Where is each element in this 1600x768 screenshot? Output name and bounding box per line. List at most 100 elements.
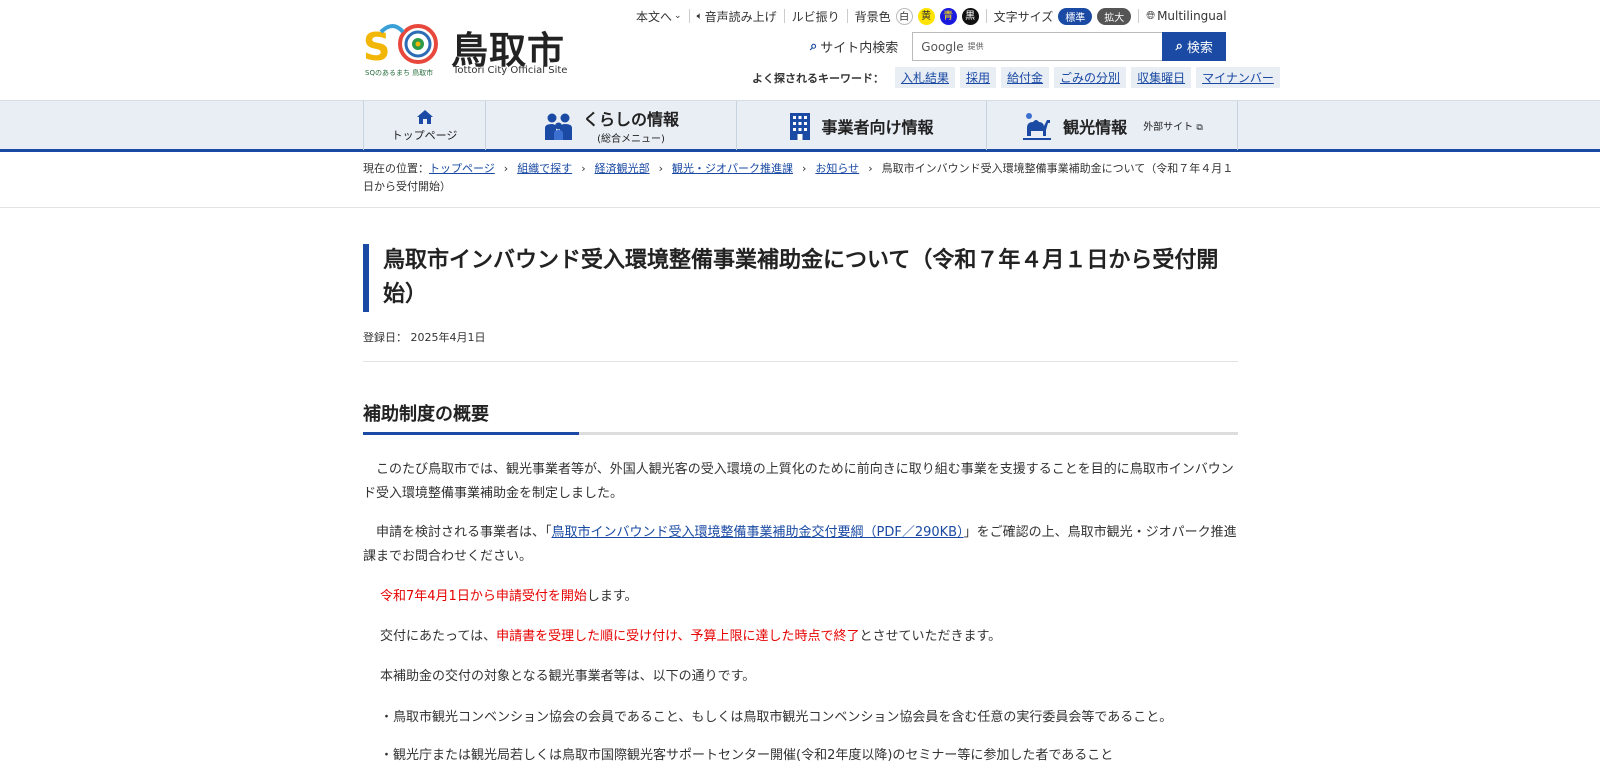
bg-black-button[interactable]: 黒 [961,7,979,25]
notice-red-text: 申請書を受理した順に受け付け、予算上限に達した時点で終了 [496,629,860,644]
keyword-link[interactable]: 給付金 [1001,67,1050,88]
nav-kurashi[interactable]: くらしの情報 (総合メニュー) [486,101,737,150]
paragraph-text: 申請を検討される事業者は、「 [363,525,552,540]
font-size-normal-button[interactable]: 標準 [1058,7,1093,25]
list-item: ・鳥取市観光コンベンション協会の会員であること、もしくは鳥取市観光コンベンション… [380,710,1173,725]
external-site-label: 外部サイト ⧉ [1143,118,1203,133]
paragraph-start: 令和7年4月1日から申請受付を開始します。 [363,585,1238,609]
search-button[interactable]: ⌕ 検索 [1162,32,1227,61]
search-icon: ⌕ [1175,39,1183,54]
keyword-link[interactable]: 採用 [960,67,997,88]
chevron-right-icon: › [658,162,663,175]
nav-business[interactable]: 事業者向け情報 [737,101,987,150]
site-header: S SQのあるまち 鳥取市 鳥取市 Tottori City Official … [0,0,1600,100]
svg-text:S: S [363,25,390,68]
date-value: 2025年4月1日 [410,331,486,344]
home-icon [416,109,433,124]
search-provider: 提供 [967,42,984,51]
paragraph-order: 交付にあたっては、申請書を受理した順に受け付け、予算上限に達した時点で終了とさせ… [363,625,1238,649]
breadcrumb-link[interactable]: お知らせ [815,162,859,175]
notice-red-text: 令和7年4月1日から申請受付を開始 [380,589,587,604]
keyword-link[interactable]: 収集曜日 [1131,67,1192,88]
speaker-icon: 🔈︎ [696,10,703,22]
global-nav: トップページ くらしの情報 (総合メニュー) 事業者向け情報 観光情報 外部サイ… [0,100,1600,152]
list-item: ・観光庁または観光局若しくは鳥取市国際観光客サポートセンター開催(令和2年度以降… [380,748,1114,763]
paragraph-apply: 申請を検討される事業者は、「鳥取市インバウンド受入環境整備事業補助金交付要綱（P… [363,521,1238,569]
nav-business-label: 事業者向け情報 [821,117,934,137]
paragraph-text: します。 [586,589,638,604]
font-size-group: 文字サイズ 標準 拡大 [993,7,1132,25]
guideline-pdf-link[interactable]: 鳥取市インバウンド受入環境整備事業補助金交付要綱（PDF／290KB） [552,525,964,540]
nav-top-page[interactable]: トップページ [364,101,486,150]
search-button-label: 検索 [1186,41,1213,56]
bg-yellow-button[interactable]: 黄 [917,7,935,25]
divider [363,361,1238,362]
logo-subtitle: SQのあるまち 鳥取市 [365,69,434,77]
chevron-right-icon: › [503,162,509,175]
keyword-link[interactable]: 入札結果 [895,67,956,88]
search-label-text: サイト内検索 [820,41,899,56]
multilingual-label: Multilingual [1157,9,1227,23]
breadcrumb: 現在の位置：トップページ › 組織で探す › 経済観光部 › 観光・ジオパーク推進課 › お知ら… [363,160,1238,196]
bg-color-label: 背景色 [854,9,891,24]
skip-to-content-link[interactable]: 本文へ ⌄ [636,8,682,25]
building-icon [790,112,811,140]
divider [985,9,987,23]
font-size-large-button[interactable]: 拡大 [1097,7,1132,25]
date-label: 登録日： [363,331,407,344]
paragraph-eligibility: 本補助金の交付の対象となる観光事業者等は、以下の通りです。 [380,669,756,684]
nav-kurashi-sub: (総合メニュー) [597,134,665,145]
bg-color-group: 背景色 白 黄 青 黒 [854,7,979,25]
font-size-label: 文字サイズ [993,9,1054,24]
utility-bar: 本文へ ⌄ 🔈︎ 音声読み上げ ルビ振り 背景色 白 黄 青 黒 文字サイズ 標… [636,6,1227,26]
breadcrumb-label: 現在の位置： [363,162,429,175]
bg-white-button[interactable]: 白 [895,7,913,25]
ruby-button[interactable]: ルビ振り [792,8,840,25]
paragraph-intro: このたび鳥取市では、観光事業者等が、外国人観光客の受入環境の上質化のために前向き… [363,462,1234,501]
chevron-right-icon: › [868,162,873,175]
skip-label: 本文へ [636,9,673,24]
site-logo[interactable]: S SQのあるまち 鳥取市 鳥取市 Tottori City Official … [363,20,583,80]
keywords-label: よく探されるキーワード： [752,71,884,85]
search-input[interactable]: Google 提供 [912,32,1163,61]
external-link-icon: ⧉ [1196,123,1203,133]
chevron-down-icon: ⌄ [674,11,682,21]
keyword-link[interactable]: ごみの分別 [1054,67,1127,88]
breadcrumb-link[interactable]: 観光・ジオパーク推進課 [672,162,793,175]
site-search: ⌕ サイト内検索 Google 提供 ⌕ 検索 [810,32,1227,61]
keyword-link[interactable]: マイナンバー [1196,67,1280,88]
multilingual-button[interactable]: 🌐︎ Multilingual [1146,9,1226,23]
voice-label: 音声読み上げ [704,9,777,24]
registration-date: 登録日： 2025年4月1日 [363,329,486,345]
breadcrumb-link[interactable]: 組織で探す [517,162,572,175]
globe-icon: 🌐︎ [1146,9,1156,22]
nav-tourism[interactable]: 観光情報 外部サイト ⧉ [987,101,1238,150]
global-nav-inner: トップページ くらしの情報 (総合メニュー) 事業者向け情報 観光情報 外部サイ… [363,101,1238,150]
nav-tourism-label: 観光情報 [1063,117,1128,137]
divider [0,207,1600,208]
page-title: 鳥取市インバウンド受入環境整備事業補助金について（令和７年４月１日から受付開始） [383,248,1219,307]
popular-keywords: よく探されるキーワード： 入札結果 採用 給付金 ごみの分別 収集曜日 マイナン… [752,67,1280,88]
divider [783,9,785,23]
chevron-right-icon: › [581,162,586,175]
divider [846,9,848,23]
paragraph-text: とさせていただきます。 [859,629,1002,644]
camel-icon [1023,112,1052,140]
search-placeholder: Google [921,39,964,54]
section-heading-underline [363,432,1238,435]
bg-blue-button[interactable]: 青 [939,7,957,25]
nav-kurashi-label: くらしの情報 [582,110,679,129]
external-site-text: 外部サイト [1143,122,1194,133]
page-title-block: 鳥取市インバウンド受入環境整備事業補助金について（令和７年４月１日から受付開始） [363,244,1238,312]
divider [1138,9,1140,23]
search-icon: ⌕ [810,39,818,54]
divider [688,9,690,23]
voice-read-button[interactable]: 🔈︎ 音声読み上げ [697,8,777,25]
section-heading: 補助制度の概要 [363,404,489,425]
nav-top-label: トップページ [391,128,458,142]
chevron-right-icon: › [802,162,807,175]
search-label: ⌕ サイト内検索 [810,37,898,56]
family-icon [544,113,572,140]
breadcrumb-link[interactable]: 経済観光部 [595,162,650,175]
breadcrumb-link[interactable]: トップページ [429,162,495,175]
